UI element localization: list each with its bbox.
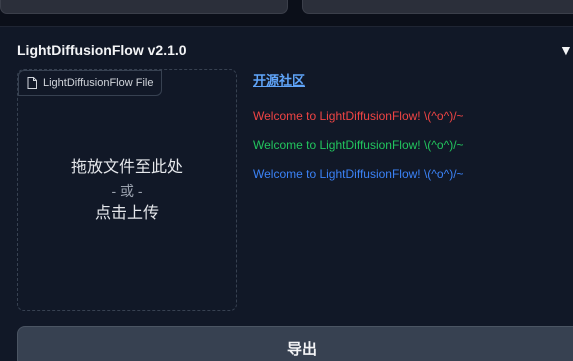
export-button[interactable]: 导出 bbox=[17, 326, 573, 361]
click-upload-text: 点击上传 bbox=[94, 205, 159, 222]
drop-here-text: 拖放文件至此处 bbox=[70, 159, 183, 176]
welcome-message-green: Welcome to LightDiffusionFlow! \(^o^)/~ bbox=[253, 138, 464, 152]
community-link[interactable]: 开源社区 bbox=[253, 70, 305, 89]
collapse-toggle-icon[interactable]: ▼ bbox=[559, 42, 573, 58]
welcome-message-red: Welcome to LightDiffusionFlow! \(^o^)/~ bbox=[253, 109, 464, 123]
panel-title: LightDiffusionFlow v2.1.0 bbox=[17, 42, 187, 58]
file-label-tag: LightDiffusionFlow File bbox=[18, 70, 163, 96]
top-left-button[interactable] bbox=[0, 0, 288, 14]
file-label: LightDiffusionFlow File bbox=[43, 77, 154, 89]
file-icon bbox=[27, 77, 37, 89]
drop-instructions: 拖放文件至此处 - 或 - 点击上传 bbox=[18, 156, 236, 226]
lightdiffusionflow-panel: LightDiffusionFlow v2.1.0 ▼ LightDiffusi… bbox=[0, 26, 573, 361]
top-right-dropdown[interactable] bbox=[302, 0, 573, 14]
file-dropzone[interactable]: LightDiffusionFlow File 拖放文件至此处 - 或 - 点击… bbox=[17, 69, 237, 311]
page: LightDiffusionFlow v2.1.0 ▼ LightDiffusi… bbox=[0, 0, 573, 361]
drop-or-text: - 或 - bbox=[111, 183, 143, 199]
welcome-message-blue: Welcome to LightDiffusionFlow! \(^o^)/~ bbox=[253, 167, 464, 181]
